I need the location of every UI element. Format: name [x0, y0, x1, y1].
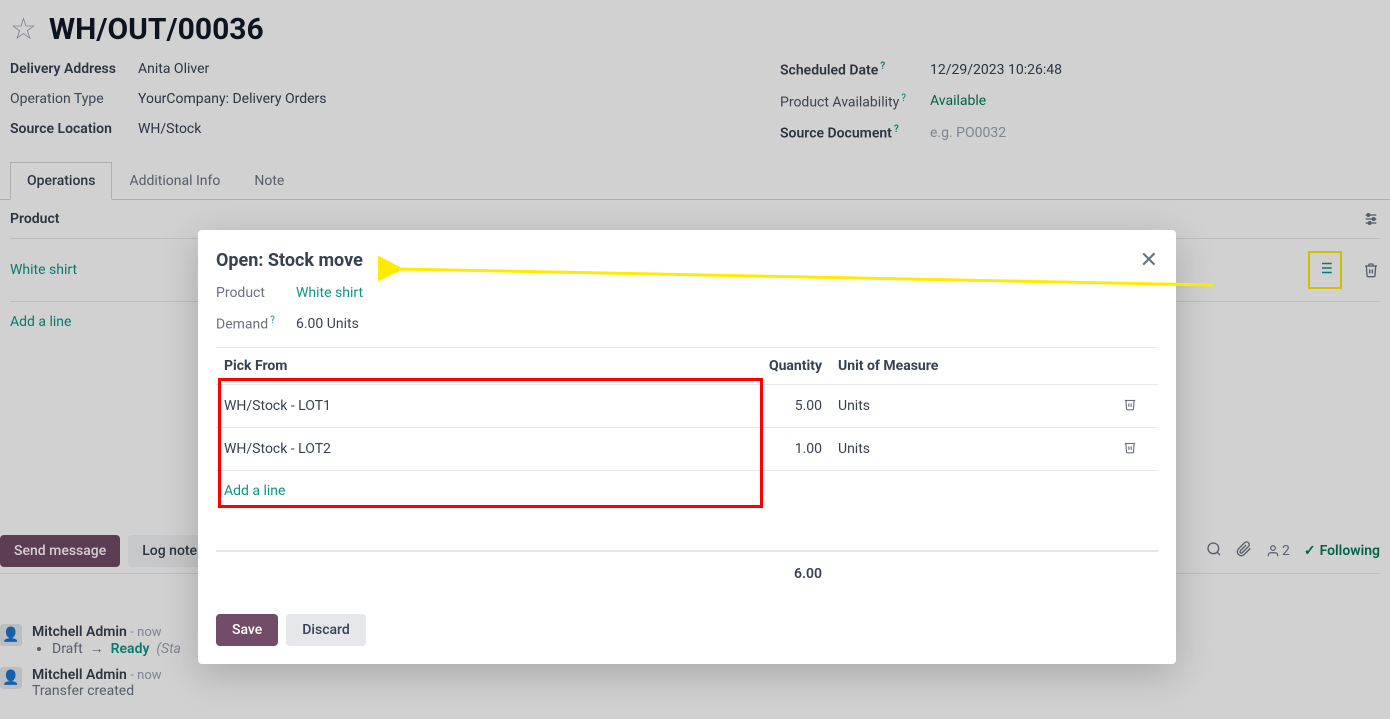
uom-cell[interactable]: Units: [830, 398, 1110, 414]
trash-icon[interactable]: [1110, 440, 1150, 458]
table-row[interactable]: WH/Stock - LOT1 5.00 Units: [216, 385, 1158, 428]
modal-product-label: Product: [216, 285, 296, 301]
help-icon[interactable]: ?: [270, 315, 275, 326]
column-pick-from: Pick From: [224, 358, 750, 374]
pick-from-cell[interactable]: WH/Stock - LOT2: [224, 441, 750, 457]
modal-title: Open: Stock move: [216, 250, 363, 271]
save-button[interactable]: Save: [216, 614, 278, 646]
add-line-link[interactable]: Add a line: [216, 471, 1158, 511]
pick-from-cell[interactable]: WH/Stock - LOT1: [224, 398, 750, 414]
modal-product-value[interactable]: White shirt: [296, 285, 363, 301]
modal-demand-label: Demand?: [216, 315, 296, 333]
quantity-cell[interactable]: 1.00: [750, 441, 830, 457]
column-quantity: Quantity: [750, 358, 830, 374]
table-row[interactable]: WH/Stock - LOT2 1.00 Units: [216, 428, 1158, 471]
total-qty: 6.00: [750, 566, 830, 582]
uom-cell[interactable]: Units: [830, 441, 1110, 457]
column-uom: Unit of Measure: [830, 358, 1110, 374]
close-icon[interactable]: ✕: [1140, 248, 1158, 273]
trash-icon[interactable]: [1110, 397, 1150, 415]
discard-button[interactable]: Discard: [286, 614, 365, 646]
stock-move-modal: Open: Stock move ✕ Product White shirt D…: [198, 230, 1176, 664]
modal-demand-value: 6.00 Units: [296, 316, 359, 332]
quantity-cell[interactable]: 5.00: [750, 398, 830, 414]
